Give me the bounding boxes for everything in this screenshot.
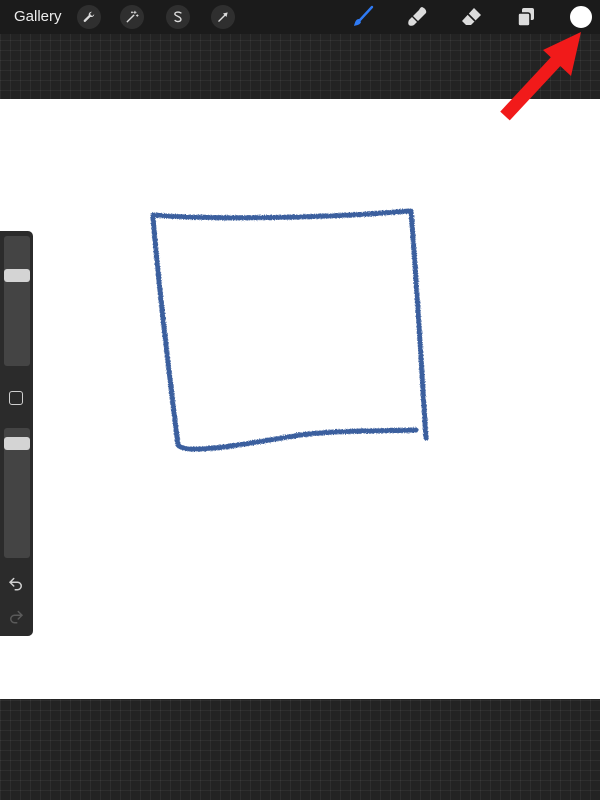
undo-button[interactable] — [7, 574, 25, 592]
color-picker-button[interactable] — [570, 6, 592, 28]
layers-button[interactable] — [512, 3, 540, 31]
brush-icon — [354, 5, 374, 26]
wrench-icon — [83, 11, 95, 22]
smudge-icon — [408, 7, 427, 26]
layers-icon — [517, 8, 534, 27]
gallery-button[interactable]: Gallery — [14, 8, 62, 26]
selection-button[interactable] — [166, 5, 190, 29]
adjustments-button[interactable] — [120, 5, 144, 29]
eraser-icon — [462, 8, 481, 25]
redo-button[interactable] — [7, 607, 25, 625]
top-toolbar: Gallery — [0, 0, 600, 34]
left-sidebar — [0, 231, 33, 636]
undo-icon — [9, 577, 22, 591]
transform-button[interactable] — [211, 5, 235, 29]
selection-icon — [174, 11, 182, 23]
brush-size-slider[interactable] — [4, 236, 30, 366]
opacity-slider-thumb[interactable] — [4, 437, 30, 451]
actions-button[interactable] — [77, 5, 101, 29]
smudge-button[interactable] — [404, 3, 432, 31]
drawing-canvas[interactable] — [0, 99, 600, 699]
brush-size-slider-thumb[interactable] — [4, 268, 30, 282]
eraser-button[interactable] — [458, 3, 486, 31]
transform-arrow-icon — [218, 12, 228, 22]
magic-wand-icon — [126, 10, 139, 23]
modify-button[interactable] — [9, 391, 23, 405]
canvas-artwork — [150, 208, 429, 452]
opacity-slider[interactable] — [4, 428, 30, 558]
redo-icon — [10, 610, 23, 624]
drawn-square-stroke — [150, 208, 429, 452]
brush-button[interactable] — [349, 3, 377, 31]
